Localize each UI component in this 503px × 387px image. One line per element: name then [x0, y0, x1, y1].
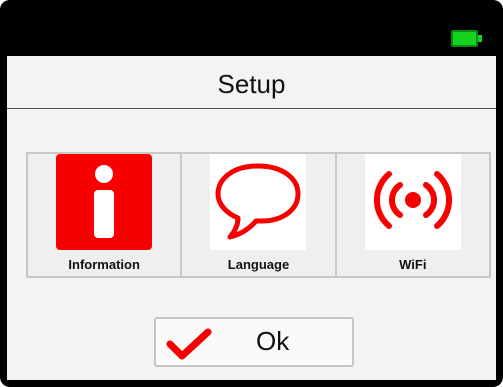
menu-item-label: WiFi — [399, 257, 427, 272]
battery-tip — [478, 35, 482, 42]
menu-item-label: Language — [227, 257, 290, 272]
device-frame: Setup Information Language WiFi Ok — [0, 0, 503, 387]
title-divider — [7, 108, 496, 109]
menu-item-language[interactable]: Language — [182, 154, 337, 276]
menu-item-wifi[interactable]: WiFi — [337, 154, 489, 276]
page-title: Setup — [217, 69, 286, 99]
menu-item-label: Information — [68, 257, 140, 272]
menu-item-information[interactable]: Information — [28, 154, 183, 276]
status-bar — [0, 0, 503, 56]
wifi-signal-icon — [364, 154, 461, 250]
battery-full-icon — [451, 30, 478, 47]
ok-label: Ok — [256, 326, 290, 356]
screen: Setup Information Language WiFi Ok — [7, 56, 496, 380]
information-icon — [56, 154, 153, 250]
title-bar: Setup — [7, 56, 496, 109]
speech-bubble-icon — [210, 154, 307, 250]
setup-menu: Information Language WiFi — [26, 152, 491, 278]
checkmark-icon — [166, 328, 212, 360]
ok-button[interactable]: Ok — [154, 317, 354, 367]
